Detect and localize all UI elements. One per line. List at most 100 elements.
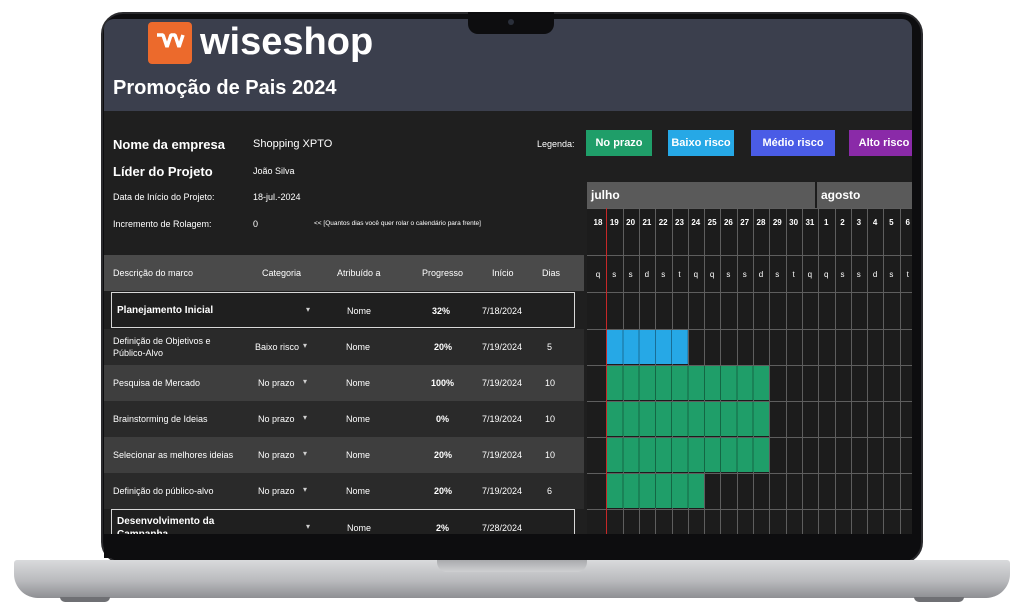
col-category[interactable]: Categoria	[262, 268, 301, 278]
gantt-bar[interactable]	[607, 330, 688, 364]
dropdown-caret-icon[interactable]: ▾	[306, 522, 310, 531]
camera-notch	[468, 12, 554, 34]
company-label: Nome da empresa	[113, 137, 225, 152]
roll-hint: << [Quantos dias você quer rolar o calen…	[314, 220, 481, 227]
table-row[interactable]: Desenvolvimento da Campanha ▾ Nome 2% 7/…	[111, 509, 575, 534]
weekday-letter: s	[775, 270, 780, 279]
row-description: Desenvolvimento da Campanha	[117, 516, 215, 534]
day-number: 23	[675, 218, 684, 227]
row-start: 7/19/2024	[482, 378, 523, 388]
day-number: 31	[805, 218, 815, 227]
day-number: 4	[872, 218, 878, 227]
row-assigned: Nome	[346, 342, 371, 352]
weekday-letter: d	[758, 270, 764, 279]
row-start: 7/19/2024	[482, 450, 523, 460]
legend-title: Legenda:	[537, 139, 575, 149]
row-progress: 20%	[434, 342, 453, 352]
dropdown-caret-icon[interactable]: ▾	[303, 413, 307, 422]
dropdown-caret-icon[interactable]: ▾	[303, 341, 307, 350]
grid-row-line	[587, 208, 912, 209]
col-description[interactable]: Descrição do marco	[113, 268, 193, 278]
weekday-letter: q	[693, 270, 699, 279]
table-header: Descrição do marco Categoria Atribuído a…	[104, 255, 584, 291]
row-category[interactable]: No prazo	[258, 378, 295, 388]
row-start: 7/19/2024	[482, 486, 523, 496]
dropdown-caret-icon[interactable]: ▾	[303, 377, 307, 386]
weekday-letter: s	[856, 270, 861, 279]
row-description: Pesquisa de Mercado	[113, 378, 201, 388]
day-number: 5	[889, 218, 894, 227]
row-progress: 32%	[432, 306, 451, 316]
weekday-letter: t	[792, 270, 795, 279]
row-description: Selecionar as melhores ideias	[113, 450, 234, 460]
laptop-lip	[437, 560, 587, 572]
day-number: 25	[707, 218, 717, 227]
col-assigned[interactable]: Atribuído a	[337, 268, 381, 278]
row-category[interactable]: No prazo	[258, 450, 295, 460]
table-row[interactable]: Brainstorming de Ideias No prazo ▾ Nome …	[104, 401, 584, 437]
grid-column-line	[834, 208, 836, 534]
table-row[interactable]: Pesquisa de Mercado No prazo ▾ Nome 100%…	[104, 365, 584, 401]
roll-value[interactable]: 0	[253, 219, 258, 229]
col-days[interactable]: Dias	[542, 268, 560, 278]
day-number: 22	[658, 218, 668, 227]
row-category[interactable]: No prazo	[258, 486, 295, 496]
laptop-foot	[914, 597, 964, 602]
table-row[interactable]: Definição do público-alvo No prazo ▾ Nom…	[104, 473, 584, 509]
grid-column-line	[801, 208, 803, 534]
today-marker-line	[606, 208, 608, 534]
weekday-letter: d	[872, 270, 878, 279]
row-days: 10	[545, 378, 556, 388]
day-number: 20	[626, 218, 636, 227]
row-days: 5	[547, 342, 553, 352]
weekday-letter: s	[742, 270, 747, 279]
company-value[interactable]: Shopping XPTO	[253, 138, 332, 150]
row-assigned: Nome	[346, 486, 371, 496]
dropdown-caret-icon[interactable]: ▾	[303, 449, 307, 458]
col-progress[interactable]: Progresso	[422, 268, 463, 278]
row-progress: 20%	[434, 486, 453, 496]
grid-row-line	[587, 255, 912, 256]
weekday-letter: q	[807, 270, 813, 279]
grid-column-line	[899, 208, 901, 534]
table-row[interactable]: Planejamento Inicial ▾ Nome 32% 7/18/202…	[111, 292, 575, 328]
row-days: 6	[547, 486, 553, 496]
gantt-bar[interactable]	[607, 366, 770, 400]
legend-medium-risk: Médio risco	[751, 130, 835, 156]
day-number: 19	[609, 218, 619, 227]
row-description: Planejamento Inicial	[117, 305, 214, 316]
bottom-bezel	[104, 534, 912, 558]
table-row[interactable]: Selecionar as melhores ideias No prazo ▾…	[104, 437, 584, 473]
row-category[interactable]: No prazo	[258, 414, 295, 424]
day-number: 6	[905, 218, 910, 227]
grid-column-line	[850, 208, 852, 534]
dropdown-caret-icon[interactable]: ▾	[303, 485, 307, 494]
grid-column-line	[769, 208, 771, 534]
gantt-bar[interactable]	[607, 438, 770, 472]
gantt-bar[interactable]	[607, 402, 770, 436]
leader-value[interactable]: João Silva	[253, 166, 295, 176]
weekday-letter: t	[906, 270, 909, 279]
col-start[interactable]: Início	[492, 268, 514, 278]
table-row[interactable]: Definição de Objetivos e Público-Alvo Ba…	[104, 329, 584, 365]
row-progress: 0%	[436, 414, 450, 424]
row-category[interactable]: Baixo risco	[255, 342, 299, 352]
row-description: Definição do público-alvo	[113, 486, 214, 496]
start-date-value[interactable]: 18-jul.-2024	[253, 192, 301, 202]
row-assigned: Nome	[347, 523, 372, 533]
legend-on-time: No prazo	[586, 130, 652, 156]
row-progress: 20%	[434, 450, 453, 460]
row-assigned: Nome	[346, 414, 371, 424]
row-progress: 2%	[436, 523, 450, 533]
dropdown-caret-icon[interactable]: ▾	[306, 305, 310, 314]
row-days: 10	[545, 414, 556, 424]
row-start: 7/18/2024	[482, 306, 523, 316]
brand-name: wiseshop	[200, 21, 374, 63]
month-header-july: julho	[587, 182, 815, 208]
gantt-bar[interactable]	[607, 474, 705, 508]
page-title: Promoção de Pais 2024	[113, 77, 337, 99]
spreadsheet-screen: wiseshop Promoção de Pais 2024 Nome da e…	[104, 19, 912, 534]
grid-row-line	[587, 292, 912, 293]
legend-high-risk: Alto risco	[849, 130, 912, 156]
start-date-label: Data de Início do Projeto:	[113, 192, 215, 202]
